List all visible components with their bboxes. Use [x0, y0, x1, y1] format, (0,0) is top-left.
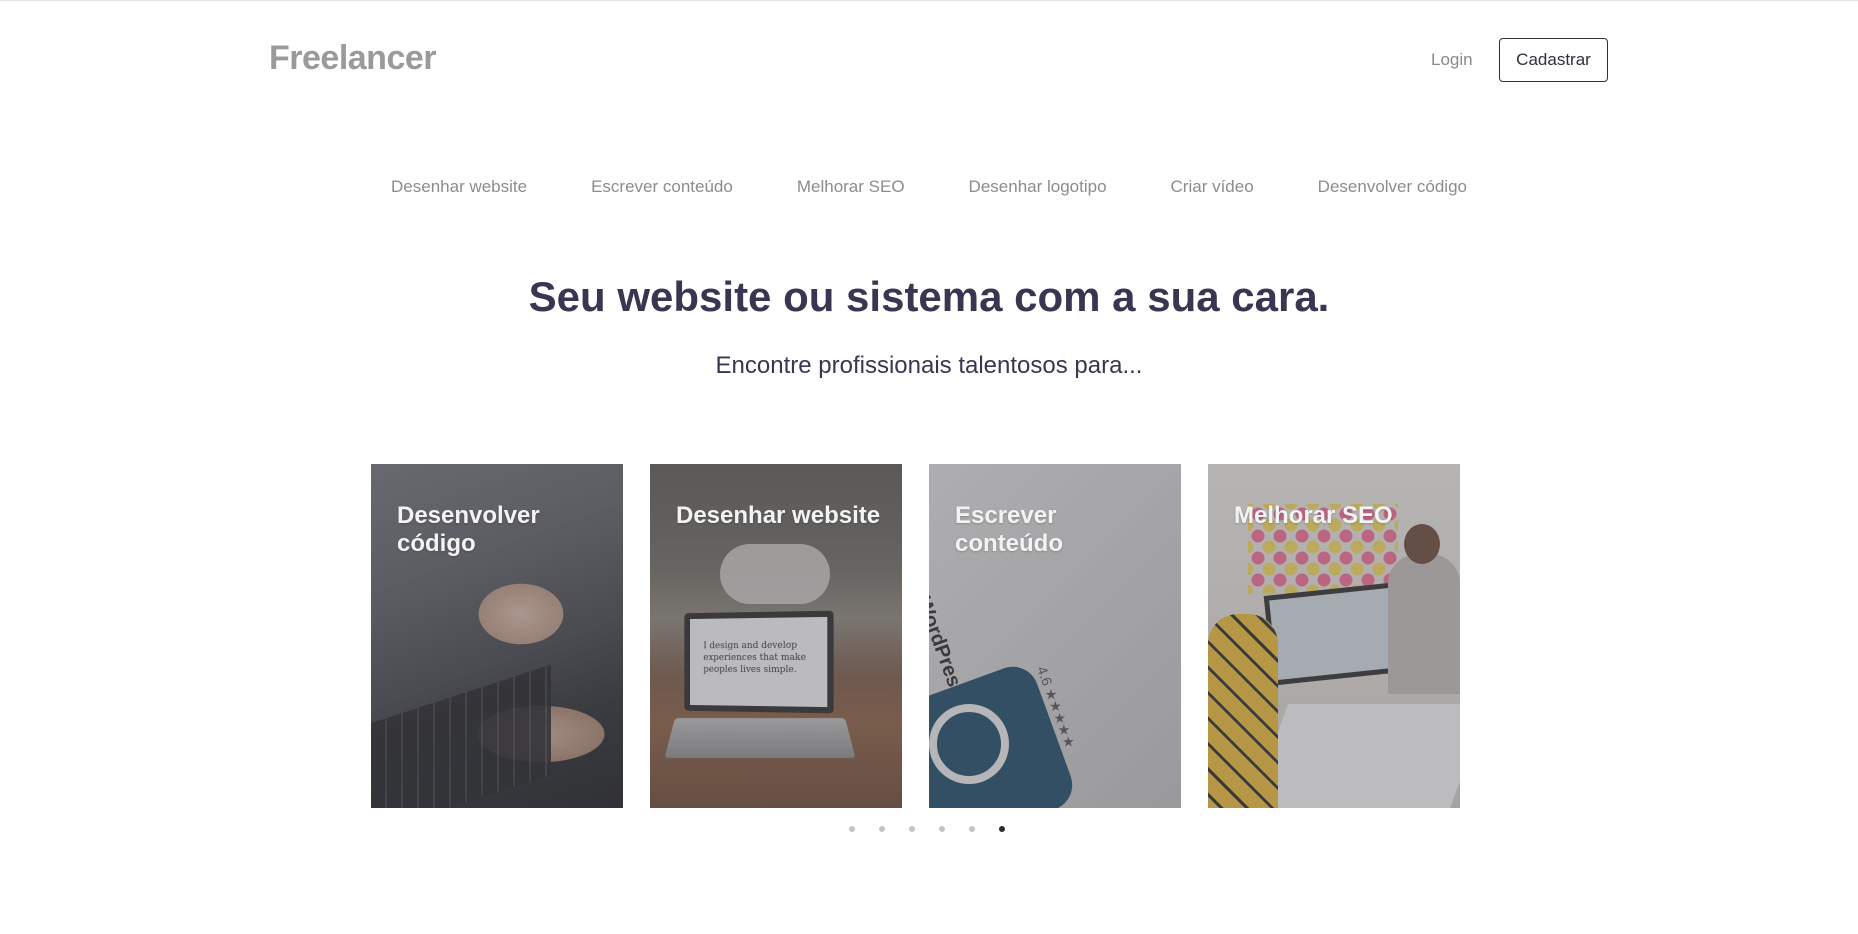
service-card-desenvolver-codigo[interactable]: Desenvolver código: [371, 464, 623, 808]
card-label: Desenhar website: [676, 502, 881, 529]
category-link-desenvolver-codigo[interactable]: Desenvolver código: [1318, 177, 1467, 197]
page: Freelancer Login Cadastrar Desenhar webs…: [0, 0, 1858, 934]
card-label: Melhorar SEO: [1234, 502, 1393, 529]
category-link-desenhar-logotipo[interactable]: Desenhar logotipo: [969, 177, 1107, 197]
carousel-dot-3[interactable]: [909, 826, 915, 832]
category-link-desenhar-website[interactable]: Desenhar website: [391, 177, 527, 197]
carousel-dots: [849, 826, 1005, 832]
service-card-melhorar-seo[interactable]: Melhorar SEO: [1208, 464, 1460, 808]
service-card-desenhar-website[interactable]: I design and develop experiences that ma…: [650, 464, 902, 808]
brand-logo[interactable]: Freelancer: [269, 39, 437, 78]
category-link-escrever-conteudo[interactable]: Escrever conteúdo: [591, 177, 733, 197]
category-link-criar-video[interactable]: Criar vídeo: [1171, 177, 1254, 197]
login-link[interactable]: Login: [1431, 50, 1473, 70]
carousel-dot-6[interactable]: [999, 826, 1005, 832]
card-label: Escrever conteúdo: [955, 502, 1063, 557]
carousel-dot-4[interactable]: [939, 826, 945, 832]
carousel-dot-2[interactable]: [879, 826, 885, 832]
category-nav: Desenhar website Escrever conteúdo Melho…: [0, 177, 1858, 197]
carousel-dot-5[interactable]: [969, 826, 975, 832]
service-carousel: Desenvolver código I design and develop …: [371, 464, 1460, 808]
category-link-melhorar-seo[interactable]: Melhorar SEO: [797, 177, 905, 197]
signup-button[interactable]: Cadastrar: [1499, 38, 1608, 82]
service-card-escrever-conteudo[interactable]: WordPress 4.6 ★★★★★ Escrever conteúdo: [929, 464, 1181, 808]
hero-subtitle: Encontre profissionais talentosos para..…: [715, 352, 1143, 379]
carousel-dot-1[interactable]: [849, 826, 855, 832]
card-label: Desenvolver código: [397, 502, 540, 557]
hero-title: Seu website ou sistema com a sua cara.: [528, 273, 1330, 320]
